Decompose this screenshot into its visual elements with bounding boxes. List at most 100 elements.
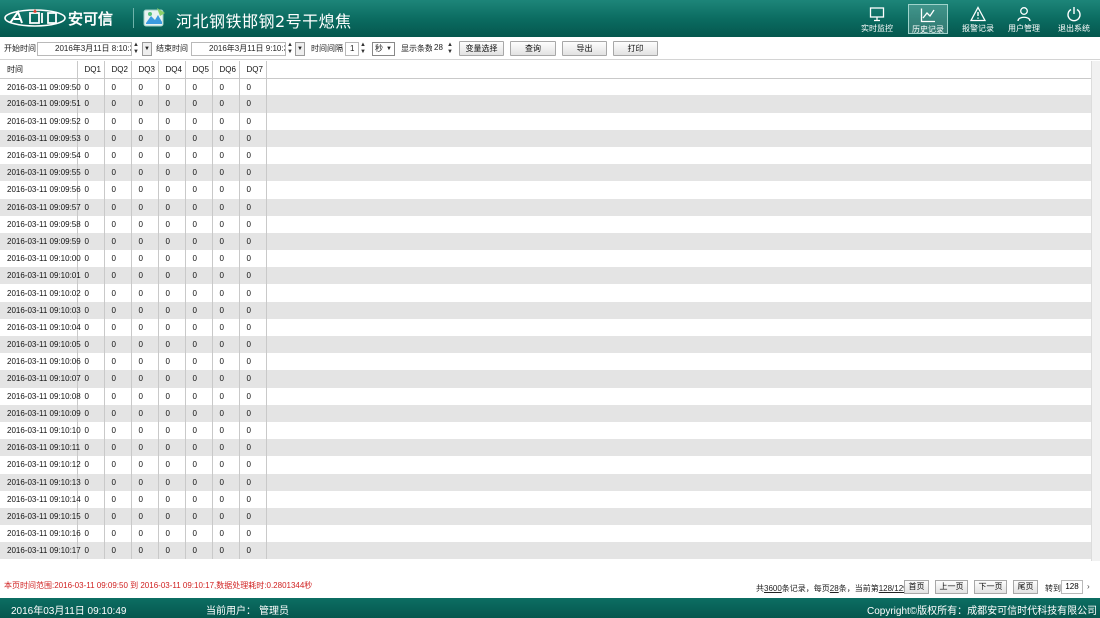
cell-dq5: 0 bbox=[185, 232, 213, 251]
nav-history-records[interactable]: 历史记录 bbox=[908, 4, 948, 34]
table-row[interactable]: 2016-03-11 09:09:58 0 0 0 0 0 0 0 bbox=[0, 215, 1091, 233]
cell-dq4: 0 bbox=[158, 112, 186, 130]
table-row[interactable]: 2016-03-11 09:10:10 0 0 0 0 0 0 0 bbox=[0, 421, 1091, 440]
table-row[interactable]: 2016-03-11 09:10:16 0 0 0 0 0 0 0 bbox=[0, 525, 1091, 543]
table-row[interactable]: 2016-03-11 09:10:17 0 0 0 0 0 0 0 bbox=[0, 542, 1091, 560]
cell-dq5: 0 bbox=[185, 164, 213, 182]
nav-exit-system[interactable]: 退出系统 bbox=[1054, 4, 1094, 34]
column-header-dq3[interactable]: DQ3 bbox=[131, 61, 159, 79]
query-toolbar: 开始时间 2016年3月11日 8:10:34 ▲ ▼ ▼ 结束时间 2016年3… bbox=[0, 38, 1100, 60]
print-button[interactable]: 打印 bbox=[613, 41, 658, 56]
cell-dq5: 0 bbox=[185, 525, 213, 543]
nav-realtime-monitor[interactable]: 实时监控 bbox=[857, 4, 897, 34]
table-row[interactable]: 2016-03-11 09:09:53 0 0 0 0 0 0 0 bbox=[0, 129, 1091, 147]
nav-alarm-records[interactable]: 报警记录 bbox=[958, 4, 998, 34]
start-time-spinner[interactable]: ▲ ▼ bbox=[132, 42, 140, 56]
cell-dq2: 0 bbox=[104, 387, 132, 405]
table-row[interactable]: 2016-03-11 09:10:04 0 0 0 0 0 0 0 bbox=[0, 318, 1091, 336]
prev-page-button[interactable]: 上一页 bbox=[935, 580, 968, 594]
next-page-button[interactable]: 下一页 bbox=[974, 580, 1007, 594]
count-spinner[interactable]: ▲ ▼ bbox=[446, 42, 454, 56]
cell-dq2: 0 bbox=[104, 284, 132, 302]
cell-time: 2016-03-11 09:10:02 bbox=[0, 284, 81, 302]
cell-dq5: 0 bbox=[185, 267, 213, 285]
table-row[interactable]: 2016-03-11 09:09:52 0 0 0 0 0 0 0 bbox=[0, 112, 1091, 130]
cell-dq1: 0 bbox=[77, 439, 105, 457]
table-row[interactable]: 2016-03-11 09:10:14 0 0 0 0 0 0 0 bbox=[0, 490, 1091, 508]
cell-dq2: 0 bbox=[104, 421, 132, 440]
column-header-time[interactable]: 时间 bbox=[0, 61, 78, 79]
cell-dq3: 0 bbox=[131, 267, 159, 285]
column-header-dq6[interactable]: DQ6 bbox=[212, 61, 240, 79]
table-row[interactable]: 2016-03-11 09:10:06 0 0 0 0 0 0 0 bbox=[0, 353, 1091, 371]
goto-arrow-icon[interactable]: › bbox=[1087, 582, 1090, 591]
table-row[interactable]: 2016-03-11 09:09:59 0 0 0 0 0 0 0 bbox=[0, 232, 1091, 251]
table-row[interactable]: 2016-03-11 09:10:08 0 0 0 0 0 0 0 bbox=[0, 387, 1091, 405]
cell-dq2: 0 bbox=[104, 404, 132, 422]
cell-time: 2016-03-11 09:10:08 bbox=[0, 387, 81, 405]
table-row[interactable]: 2016-03-11 09:10:05 0 0 0 0 0 0 0 bbox=[0, 336, 1091, 354]
table-row[interactable]: 2016-03-11 09:09:56 0 0 0 0 0 0 0 bbox=[0, 181, 1091, 199]
column-header-dq4[interactable]: DQ4 bbox=[158, 61, 186, 79]
column-header-dq1[interactable]: DQ1 bbox=[77, 61, 105, 79]
end-time-input[interactable]: 2016年3月11日 9:10:33 bbox=[191, 42, 286, 56]
last-page-button[interactable]: 尾页 bbox=[1013, 580, 1038, 594]
table-row[interactable]: 2016-03-11 09:09:55 0 0 0 0 0 0 0 bbox=[0, 164, 1091, 182]
table-row[interactable]: 2016-03-11 09:09:50 0 0 0 0 0 0 0 bbox=[0, 78, 1091, 96]
table-row[interactable]: 2016-03-11 09:09:57 0 0 0 0 0 0 0 bbox=[0, 198, 1091, 216]
cell-dq5: 0 bbox=[185, 542, 213, 560]
end-time-spinner[interactable]: ▲ ▼ bbox=[286, 42, 294, 56]
vertical-scrollbar[interactable] bbox=[1091, 61, 1100, 561]
cell-time: 2016-03-11 09:09:51 bbox=[0, 95, 81, 113]
table-row[interactable]: 2016-03-11 09:10:13 0 0 0 0 0 0 0 bbox=[0, 473, 1091, 491]
goto-page-input[interactable]: 128 bbox=[1061, 580, 1083, 594]
table-row[interactable]: 2016-03-11 09:10:15 0 0 0 0 0 0 0 bbox=[0, 507, 1091, 526]
cell-dq7: 0 bbox=[239, 353, 267, 371]
cell-time: 2016-03-11 09:09:59 bbox=[0, 232, 81, 251]
cell-dq3: 0 bbox=[131, 78, 159, 96]
cell-dq3: 0 bbox=[131, 318, 159, 336]
cell-dq4: 0 bbox=[158, 525, 186, 543]
nav-user-management[interactable]: 用户管理 bbox=[1004, 4, 1044, 34]
end-time-calendar-dropdown[interactable]: ▼ bbox=[295, 42, 305, 56]
table-row[interactable]: 2016-03-11 09:09:51 0 0 0 0 0 0 0 bbox=[0, 95, 1091, 113]
cell-dq7: 0 bbox=[239, 507, 267, 526]
cell-dq7: 0 bbox=[239, 112, 267, 130]
table-row[interactable]: 2016-03-11 09:10:07 0 0 0 0 0 0 0 bbox=[0, 370, 1091, 388]
table-row[interactable]: 2016-03-11 09:10:09 0 0 0 0 0 0 0 bbox=[0, 404, 1091, 422]
start-time-calendar-dropdown[interactable]: ▼ bbox=[142, 42, 152, 56]
interval-input[interactable]: 1 bbox=[345, 42, 359, 56]
cell-dq7: 0 bbox=[239, 542, 267, 560]
variable-select-button[interactable]: 变量选择 bbox=[459, 41, 504, 56]
table-row[interactable]: 2016-03-11 09:10:02 0 0 0 0 0 0 0 bbox=[0, 284, 1091, 302]
cell-dq4: 0 bbox=[158, 129, 186, 147]
start-time-input[interactable]: 2016年3月11日 8:10:34 bbox=[37, 42, 132, 56]
table-row[interactable]: 2016-03-11 09:10:00 0 0 0 0 0 0 0 bbox=[0, 250, 1091, 268]
cell-dq6: 0 bbox=[212, 78, 240, 96]
table-row[interactable]: 2016-03-11 09:10:11 0 0 0 0 0 0 0 bbox=[0, 439, 1091, 457]
cell-dq4: 0 bbox=[158, 404, 186, 422]
table-row[interactable]: 2016-03-11 09:10:01 0 0 0 0 0 0 0 bbox=[0, 267, 1091, 285]
count-input[interactable]: 28 bbox=[432, 42, 446, 56]
export-button[interactable]: 导出 bbox=[562, 41, 607, 56]
first-page-button[interactable]: 首页 bbox=[904, 580, 929, 594]
cell-dq2: 0 bbox=[104, 78, 132, 96]
cell-dq5: 0 bbox=[185, 421, 213, 440]
table-row[interactable]: 2016-03-11 09:10:03 0 0 0 0 0 0 0 bbox=[0, 301, 1091, 319]
interval-unit-select[interactable]: 秒 ▼ bbox=[372, 42, 395, 56]
interval-spinner[interactable]: ▲ ▼ bbox=[359, 42, 367, 56]
footer-datetime: 2016年03月11日 09:10:49 bbox=[11, 606, 127, 617]
table-row[interactable]: 2016-03-11 09:09:54 0 0 0 0 0 0 0 bbox=[0, 146, 1091, 165]
cell-dq5: 0 bbox=[185, 129, 213, 147]
table-row[interactable]: 2016-03-11 09:10:12 0 0 0 0 0 0 0 bbox=[0, 456, 1091, 474]
cell-dq1: 0 bbox=[77, 421, 105, 440]
cell-dq6: 0 bbox=[212, 525, 240, 543]
cell-time: 2016-03-11 09:10:11 bbox=[0, 439, 80, 457]
column-header-dq2[interactable]: DQ2 bbox=[104, 61, 132, 79]
header-divider bbox=[133, 8, 134, 28]
cell-dq2: 0 bbox=[104, 267, 132, 285]
cell-dq3: 0 bbox=[131, 146, 159, 165]
query-button[interactable]: 查询 bbox=[510, 41, 556, 56]
column-header-dq5[interactable]: DQ5 bbox=[185, 61, 213, 79]
column-header-dq7[interactable]: DQ7 bbox=[239, 61, 267, 79]
